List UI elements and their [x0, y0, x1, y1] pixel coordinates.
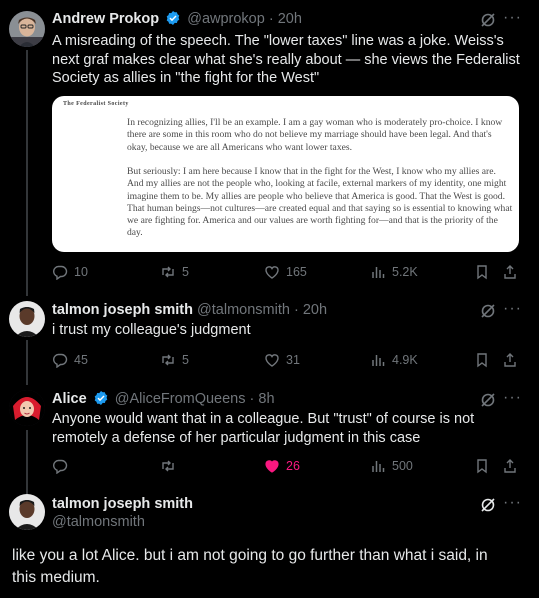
author-name[interactable]: Alice — [52, 391, 87, 407]
like-button[interactable]: 31 — [264, 350, 300, 370]
author-handle[interactable]: @AliceFromQueens — [115, 391, 246, 407]
bookmark-button[interactable] — [474, 456, 496, 476]
timestamp[interactable]: 20h — [278, 11, 302, 27]
repost-icon — [162, 460, 174, 472]
avatar-image — [9, 301, 45, 337]
views-button[interactable]: 5.2K — [370, 262, 418, 282]
view-count: 500 — [392, 459, 413, 473]
quoted-image[interactable]: The Federalist Society In recognizing al… — [52, 96, 519, 252]
tweet-actions: 26 500 — [52, 456, 522, 476]
avatar-image — [9, 494, 45, 530]
avatar-image — [9, 11, 45, 47]
bookmark-button[interactable] — [474, 350, 496, 370]
quote-source: The Federalist Society — [63, 101, 129, 107]
views-button[interactable]: 4.9K — [370, 350, 418, 370]
share-icon — [504, 353, 516, 367]
tweet-header: Alice @AliceFromQueens · 8h — [52, 390, 275, 411]
view-count: 4.9K — [392, 353, 418, 367]
timestamp[interactable]: 20h — [303, 302, 327, 318]
grok-icon[interactable] — [480, 497, 496, 513]
tweet-actions: 45 5 31 4.9K — [52, 350, 522, 370]
views-icon — [372, 355, 385, 366]
more-icon[interactable]: ··· — [503, 301, 522, 317]
separator: · — [268, 11, 274, 27]
avatar[interactable] — [9, 11, 45, 47]
more-icon[interactable]: ··· — [503, 390, 522, 406]
repost-button[interactable]: 5 — [160, 350, 189, 370]
grok-icon[interactable] — [480, 303, 496, 319]
separator: · — [249, 391, 255, 407]
grok-icon[interactable] — [480, 392, 496, 408]
bookmark-icon — [477, 353, 487, 368]
tweet-header: talmon joseph smith — [52, 495, 193, 513]
like-count: 31 — [286, 353, 300, 367]
separator: · — [293, 302, 299, 318]
avatar[interactable] — [9, 494, 45, 530]
tweet-text: Anyone would want that in a colleague. B… — [52, 411, 475, 446]
author-name[interactable]: talmon joseph smith — [52, 496, 193, 512]
avatar[interactable] — [9, 301, 45, 337]
tweet-text: A misreading of the speech. The "lower t… — [52, 33, 520, 86]
views-icon — [372, 267, 385, 278]
quote-paragraph-2: But seriously: I am here because I know … — [127, 166, 513, 239]
reply-button[interactable]: 10 — [52, 262, 88, 282]
avatar-image — [9, 390, 45, 426]
thread-line — [26, 430, 28, 494]
tweet-actions: 10 5 165 5.2K — [52, 262, 522, 282]
bookmark-icon — [477, 265, 487, 280]
views-button[interactable]: 500 — [370, 456, 413, 476]
view-count: 5.2K — [392, 265, 418, 279]
timestamp[interactable]: 8h — [258, 391, 274, 407]
like-icon — [265, 354, 279, 367]
more-icon[interactable]: ··· — [503, 495, 522, 511]
verified-badge-icon — [93, 390, 109, 411]
repost-icon — [162, 354, 174, 366]
reply-icon — [53, 459, 68, 474]
quote-paragraph-1: In recognizing allies, I'll be an exampl… — [127, 117, 503, 153]
repost-button[interactable] — [160, 456, 182, 476]
reply-icon — [53, 265, 68, 280]
reply-button[interactable] — [52, 456, 74, 476]
like-button[interactable]: 165 — [264, 262, 307, 282]
repost-count: 5 — [182, 353, 189, 367]
views-icon — [372, 461, 385, 472]
grok-icon[interactable] — [480, 12, 496, 28]
tweet-header: Andrew Prokop @awprokop · 20h — [52, 10, 302, 31]
author-name[interactable]: talmon joseph smith — [52, 302, 193, 318]
like-count: 165 — [286, 265, 307, 279]
author-handle[interactable]: @talmonsmith — [52, 514, 145, 530]
main-tweet-text: like you a lot Alice. but i am not going… — [12, 547, 488, 586]
like-icon-filled — [265, 460, 279, 473]
like-icon — [265, 266, 279, 279]
bookmark-icon — [477, 459, 487, 474]
author-name[interactable]: Andrew Prokop — [52, 11, 159, 27]
share-button[interactable] — [502, 262, 524, 282]
reply-count: 45 — [74, 353, 88, 367]
share-icon — [504, 265, 516, 279]
reply-count: 10 — [74, 265, 88, 279]
thread-line — [26, 340, 28, 385]
share-button[interactable] — [502, 456, 524, 476]
tweet-header: talmon joseph smith @talmonsmith · 20h — [52, 301, 327, 319]
like-button[interactable]: 26 — [264, 456, 300, 476]
author-handle[interactable]: @awprokop — [187, 11, 265, 27]
more-icon[interactable]: ··· — [503, 10, 522, 26]
share-icon — [504, 459, 516, 473]
repost-button[interactable]: 5 — [160, 262, 189, 282]
repost-icon — [162, 266, 174, 278]
thread-line — [26, 50, 28, 296]
tweet-text: i trust my colleague's judgment — [52, 322, 251, 338]
bookmark-button[interactable] — [474, 262, 496, 282]
like-count: 26 — [286, 459, 300, 473]
verified-badge-icon — [165, 10, 181, 31]
share-button[interactable] — [502, 350, 524, 370]
repost-count: 5 — [182, 265, 189, 279]
avatar[interactable] — [9, 390, 45, 426]
reply-button[interactable]: 45 — [52, 350, 88, 370]
reply-icon — [53, 353, 68, 368]
author-handle[interactable]: @talmonsmith — [197, 302, 290, 318]
